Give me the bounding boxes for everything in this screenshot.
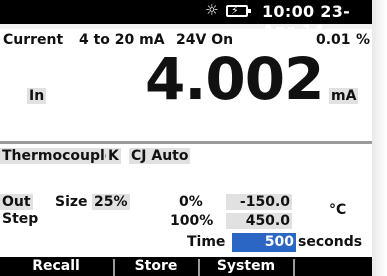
size-value[interactable]: 25% bbox=[92, 194, 130, 210]
primary-reading: 4.002 bbox=[145, 45, 324, 113]
time-label: Time bbox=[187, 234, 226, 250]
source-mode-out[interactable]: Out bbox=[0, 194, 33, 210]
size-label: Size bbox=[55, 194, 88, 210]
zero-percent: 0% bbox=[179, 194, 203, 210]
softkey-divider bbox=[293, 259, 295, 276]
span-value[interactable]: 450.0 bbox=[226, 213, 292, 229]
percent-unit: % bbox=[356, 32, 371, 48]
measure-function[interactable]: Current bbox=[3, 32, 63, 48]
time-value[interactable]: 500 bbox=[232, 233, 294, 252]
zero-value[interactable]: -150.0 bbox=[226, 194, 292, 210]
battery-charging-icon: ⚡ bbox=[226, 4, 251, 17]
measure-unit[interactable]: mA bbox=[329, 88, 359, 104]
cj-mode[interactable]: CJ Auto bbox=[129, 148, 191, 164]
sun-icon: ☼ bbox=[205, 1, 219, 19]
softkey-system[interactable]: System bbox=[200, 257, 292, 276]
source-mode-step[interactable]: Step bbox=[2, 211, 38, 227]
status-bar: ☼ ⚡ 10:00 23-Apr-14 bbox=[0, 0, 372, 40]
softkey-store[interactable]: Store bbox=[115, 257, 197, 276]
thermocouple-type[interactable]: K bbox=[106, 148, 121, 164]
direction-in[interactable]: In bbox=[27, 88, 47, 104]
softkey-bar: Recall Store System bbox=[0, 257, 372, 276]
time-unit: seconds bbox=[298, 234, 363, 250]
source-function[interactable]: Thermocouple bbox=[0, 148, 117, 164]
source-unit[interactable]: °C bbox=[329, 202, 346, 218]
softkey-recall[interactable]: Recall bbox=[0, 257, 112, 276]
calibrator-screen: ☼ ⚡ 10:00 23-Apr-14 Current 4 to 20 mA 2… bbox=[0, 0, 372, 276]
device-bezel bbox=[372, 0, 387, 276]
span-percent: 100% bbox=[170, 213, 214, 229]
